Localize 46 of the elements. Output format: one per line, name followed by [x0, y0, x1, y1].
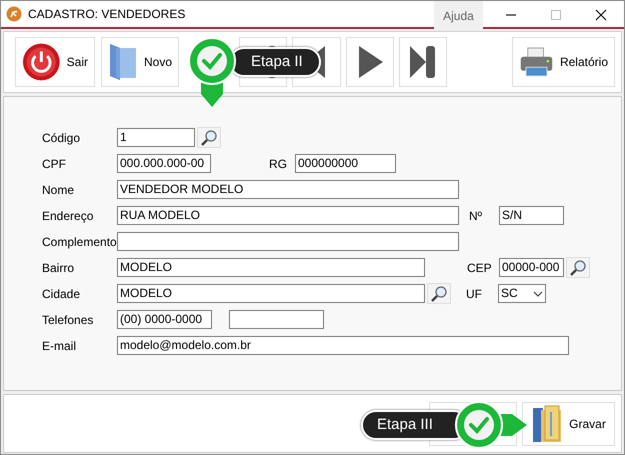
field-label: Complemento [42, 234, 117, 250]
exit-button[interactable]: Sair [15, 37, 95, 87]
input-field[interactable]: 00000-000 [499, 258, 564, 277]
input-field[interactable]: VENDEDOR MODELO [117, 180, 459, 199]
input-field[interactable]: 1 [117, 128, 195, 147]
field-label: Nome [42, 182, 76, 198]
field-label: Endereço [42, 208, 94, 224]
new-button[interactable]: Novo [101, 37, 179, 87]
input-field[interactable]: MODELO [117, 258, 425, 277]
search-button[interactable] [197, 127, 221, 148]
search-icon [430, 284, 448, 302]
input-field[interactable] [229, 310, 324, 329]
search-button[interactable] [566, 257, 590, 278]
app-icon [6, 6, 22, 22]
input-field[interactable]: MODELO [117, 284, 425, 303]
input-field[interactable]: RUA MODELO [117, 206, 459, 225]
input-field[interactable]: (00) 0000-0000 [117, 310, 212, 329]
folder-icon [108, 42, 138, 82]
field-label: CEP [467, 260, 493, 276]
save-button[interactable]: Gravar [522, 402, 615, 446]
search-icon [569, 258, 587, 276]
skip-forward-button[interactable] [398, 37, 447, 87]
window-title: CADASTRO: VENDEDORES [28, 6, 186, 23]
input-field[interactable]: S/N [499, 206, 564, 225]
chevron-down-icon [533, 290, 543, 296]
field-label: Cidade [42, 286, 82, 302]
report-button[interactable]: Relatório [512, 37, 615, 87]
play-button[interactable] [346, 37, 394, 87]
field-label: Código [42, 130, 82, 146]
search-button[interactable] [427, 283, 451, 304]
field-label: Nº [469, 208, 484, 224]
state-dropdown[interactable]: SC [498, 284, 546, 303]
field-label: UF [466, 286, 483, 302]
input-field[interactable]: 000000000 [295, 154, 396, 173]
field-label: Bairro [42, 260, 76, 276]
field-label: RG [269, 156, 288, 172]
input-field[interactable]: modelo@modelo.com.br [117, 336, 569, 355]
help-tab[interactable]: Ajuda [434, 1, 483, 31]
field-label: E-mail [42, 338, 78, 354]
field-label: CPF [42, 156, 67, 172]
input-field[interactable] [117, 232, 459, 251]
binder-icon [531, 404, 564, 444]
input-field[interactable]: 000.000.000-00 [117, 154, 211, 173]
field-label: Telefones [42, 312, 94, 328]
search-icon [200, 128, 218, 146]
power-icon [22, 42, 61, 82]
